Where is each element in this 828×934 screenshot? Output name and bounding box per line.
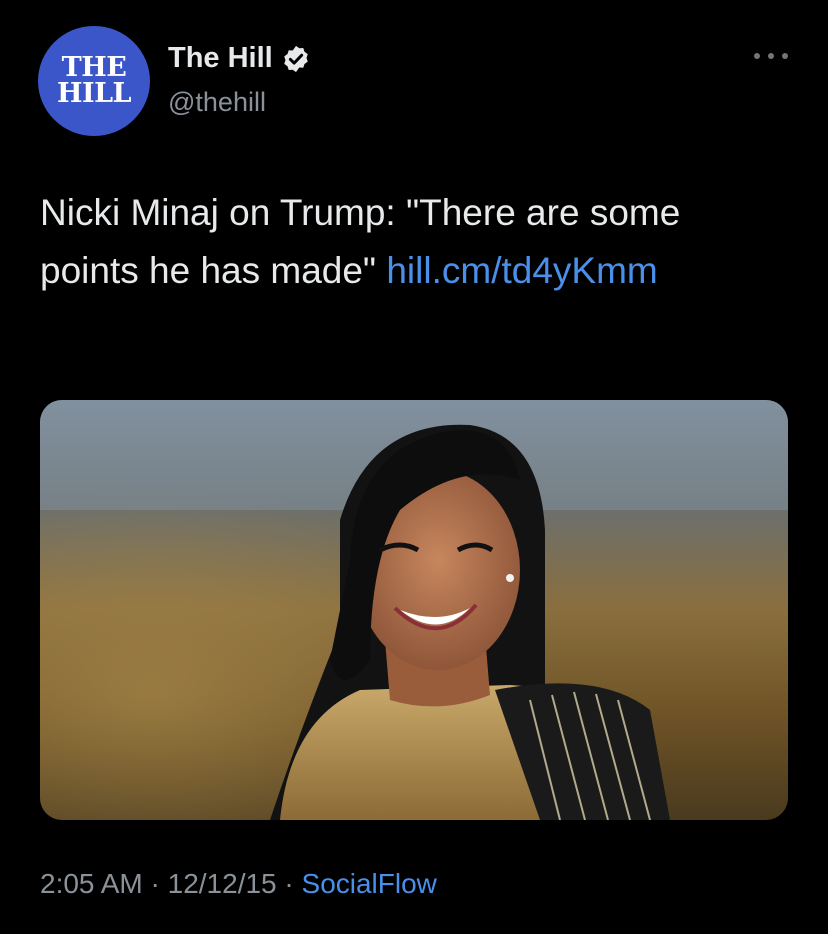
verified-badge-icon	[281, 44, 311, 74]
author-handle[interactable]: @thehill	[168, 87, 266, 118]
tweet-text: Nicki Minaj on Trump: "There are some po…	[40, 184, 780, 300]
more-options-icon[interactable]	[754, 48, 788, 64]
tweet-date[interactable]: 12/12/15	[168, 868, 277, 899]
tweet-photo[interactable]	[40, 400, 788, 820]
tweet-link[interactable]: hill.cm/td4yKmm	[386, 250, 657, 291]
photo-icon	[40, 400, 788, 820]
avatar-text-line2: HILL	[56, 78, 132, 109]
tweet-metadata: 2:05 AM · 12/12/15 · SocialFlow	[40, 868, 437, 900]
author-name-row: The Hill	[168, 42, 311, 75]
meta-separator: ·	[284, 868, 294, 899]
meta-separator: ·	[150, 868, 160, 899]
display-name[interactable]: The Hill	[168, 42, 273, 75]
tweet-time[interactable]: 2:05 AM	[40, 868, 143, 899]
tweet-source-link[interactable]: SocialFlow	[302, 868, 437, 899]
avatar[interactable]: THE HILL	[38, 26, 150, 136]
